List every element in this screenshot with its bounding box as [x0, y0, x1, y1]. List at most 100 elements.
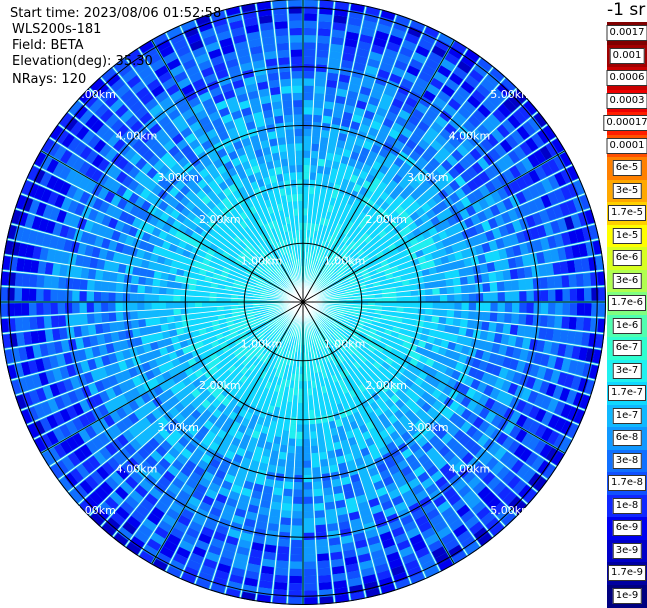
radar-gate: [304, 86, 314, 93]
radar-gate: [282, 503, 292, 511]
radar-gate: [330, 51, 342, 60]
radar-gate: [303, 396, 308, 403]
radar-gate: [274, 116, 283, 124]
radar-gate: [51, 303, 59, 314]
radar-gate: [318, 575, 331, 583]
radar-gate: [283, 100, 292, 108]
radar-gate: [316, 173, 323, 181]
radar-gate: [293, 511, 303, 518]
radar-gate: [266, 58, 278, 66]
radar-gate: [577, 303, 585, 316]
radar-gate: [389, 293, 397, 298]
radar-gate: [569, 274, 577, 287]
radar-gate: [270, 87, 280, 95]
radar-gate: [166, 295, 173, 301]
radar-gate: [188, 302, 195, 307]
radar-gate: [461, 285, 469, 293]
radar-gate: [95, 270, 103, 280]
radar-gate: [109, 272, 117, 281]
radar-gate: [65, 303, 73, 314]
radar-gate: [432, 309, 440, 316]
radar-gate: [310, 172, 316, 180]
radar-gate: [14, 288, 22, 301]
radar-gate: [298, 396, 303, 403]
radar-gate: [314, 489, 323, 497]
radar-gate: [159, 303, 166, 310]
radar-gate: [286, 467, 294, 475]
radar-gate: [167, 281, 175, 288]
radar-gate: [29, 289, 37, 301]
radar-gate: [265, 544, 277, 553]
radar-gate: [458, 268, 466, 276]
radar-gate: [547, 316, 555, 328]
radar-gate: [273, 108, 282, 116]
radar-gate: [490, 282, 498, 291]
radar-gate: [289, 431, 296, 439]
radar-gate: [319, 144, 327, 152]
radar-gate: [131, 276, 139, 284]
radar-gate: [468, 285, 476, 293]
radar-gate: [292, 403, 297, 411]
radar-gate: [145, 278, 153, 286]
radar-gate: [74, 267, 83, 278]
radar-gate: [293, 504, 302, 511]
radar-gate: [465, 329, 474, 338]
radar-gate: [284, 416, 290, 424]
radar-gate: [304, 165, 310, 172]
radar-gate: [310, 417, 316, 425]
radar-gate: [145, 311, 153, 319]
radar-gate: [131, 320, 139, 328]
radar-gate: [533, 315, 541, 326]
radar-gate: [304, 100, 313, 107]
radar-gate: [417, 283, 425, 289]
radar-gate: [286, 136, 294, 144]
ppi-scan-plot: 1.00km1.00km1.00km1.00km2.00km2.00km2.00…: [0, 0, 607, 607]
radar-gate: [173, 289, 181, 295]
radar-gate: [304, 583, 317, 591]
radar-gate: [390, 302, 397, 306]
radar-gate: [303, 201, 308, 208]
radar-gate: [323, 480, 332, 488]
radar-gate: [188, 290, 196, 296]
radar-gate: [561, 275, 569, 287]
radar-gate: [304, 432, 310, 439]
radar-gate: [518, 314, 526, 324]
radar-gate: [195, 291, 203, 296]
radar-gate: [270, 509, 280, 517]
radar-gate: [297, 425, 303, 432]
radar-gate: [283, 496, 292, 504]
radar-gate: [446, 318, 454, 325]
radar-gate: [310, 180, 316, 188]
radar-gate: [152, 287, 160, 294]
radar-gate: [440, 303, 447, 310]
radar-gate: [332, 479, 341, 488]
radar-gate: [65, 315, 73, 326]
radar-gate: [308, 201, 313, 209]
radar-gate: [280, 445, 287, 453]
radar-gate: [102, 323, 110, 333]
radar-gate: [282, 430, 289, 438]
radar-gate: [327, 523, 338, 532]
radar-gate: [411, 290, 419, 296]
radar-gate: [290, 569, 302, 577]
radar-gate: [308, 388, 313, 396]
radar-gate: [534, 303, 542, 314]
radar-gate: [490, 303, 497, 312]
radar-gate: [316, 57, 327, 65]
radar-gate: [562, 289, 570, 301]
radar-gate: [295, 453, 302, 460]
radar-gate: [130, 303, 137, 311]
radar-gate: [52, 329, 61, 341]
radar-gate: [304, 179, 309, 186]
radar-gate: [309, 410, 315, 418]
radar-gate: [59, 265, 67, 277]
radar-gate: [425, 289, 433, 295]
radar-gate: [418, 290, 426, 296]
radar-gate: [87, 303, 94, 313]
radar-gate: [297, 410, 302, 417]
radar-gate: [43, 303, 51, 315]
radar-gate: [116, 283, 124, 292]
radar-gate: [290, 554, 302, 562]
radar-gate: [303, 215, 307, 222]
radar-gate: [304, 71, 314, 79]
